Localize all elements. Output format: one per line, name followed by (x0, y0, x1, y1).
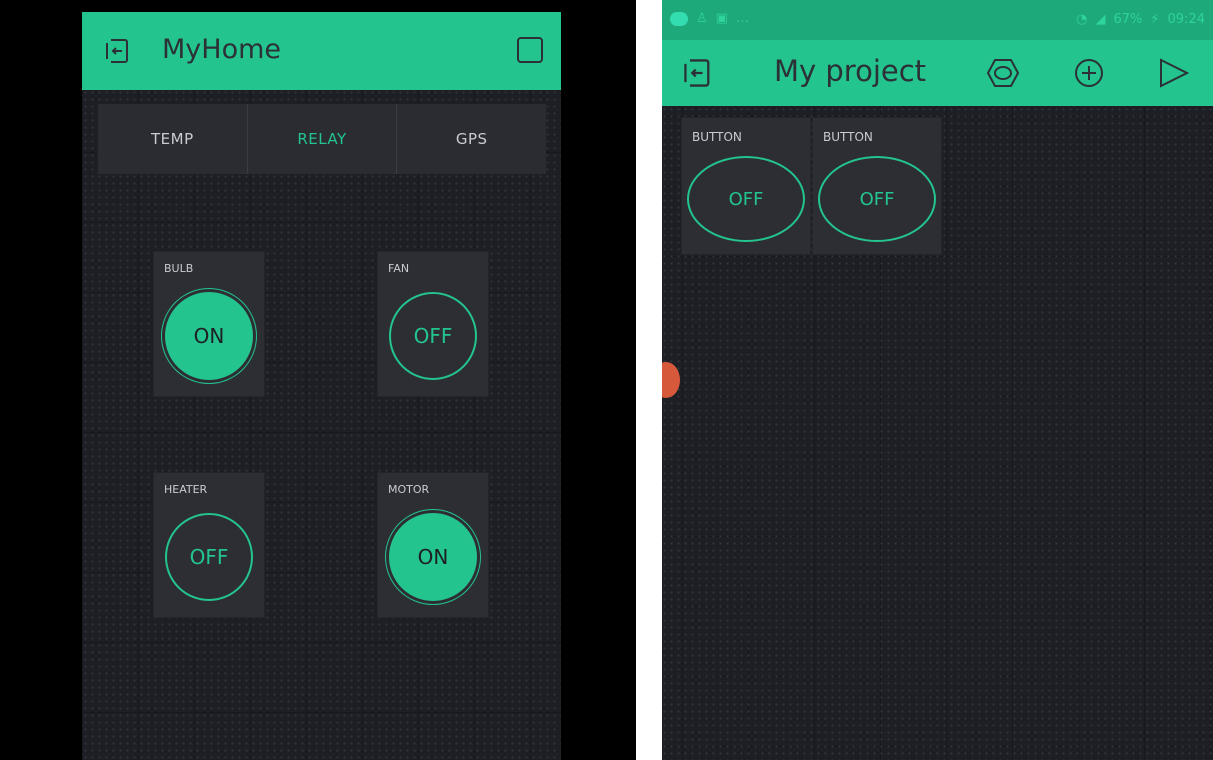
button-toggle-2[interactable]: OFF (818, 156, 936, 242)
myhome-app-bar: MyHome (82, 12, 561, 90)
floating-handle[interactable] (662, 362, 680, 398)
myproject-app-panel: ♙ ▣ … ◔ ◢ 67% ⚡ 09:24 My project BUTTON … (662, 0, 1213, 760)
widget-label: BULB (164, 262, 194, 275)
widget-label: FAN (388, 262, 410, 275)
button-toggle-1[interactable]: OFF (687, 156, 805, 242)
notification-icon (670, 11, 688, 26)
project-title: MyHome (162, 34, 282, 65)
exit-icon[interactable] (104, 37, 132, 65)
motor-toggle-button[interactable]: ON (389, 513, 477, 601)
widget-button-2: BUTTON OFF (813, 118, 941, 254)
exit-icon[interactable] (682, 57, 714, 89)
widget-label: HEATER (164, 483, 208, 496)
widget-heater: HEATER OFF (154, 473, 264, 617)
project-title: My project (774, 54, 927, 88)
myhome-app-panel: MyHome TEMP RELAY GPS BULB ON FAN OFF HE… (0, 0, 636, 760)
heater-toggle-button[interactable]: OFF (165, 513, 253, 601)
myhome-screen: MyHome TEMP RELAY GPS BULB ON FAN OFF HE… (82, 12, 561, 760)
hexagon-settings-icon[interactable] (986, 57, 1020, 89)
clock: 09:24 (1167, 12, 1205, 27)
widget-label: MOTOR (388, 483, 430, 496)
widget-label: BUTTON (823, 130, 873, 144)
widget-fan: FAN OFF (378, 252, 488, 396)
myproject-app-bar: My project (662, 40, 1213, 106)
tab-gps[interactable]: GPS (396, 104, 546, 174)
play-icon[interactable] (1156, 57, 1190, 89)
fan-toggle-button[interactable]: OFF (389, 292, 477, 380)
tab-relay[interactable]: RELAY (246, 104, 397, 174)
plus-circle-icon[interactable] (1072, 57, 1106, 89)
wifi-icon: ◔ (1076, 12, 1088, 27)
widget-label: BUTTON (692, 130, 742, 144)
signal-icon: ◢ (1095, 12, 1106, 27)
image-icon: ▣ (715, 11, 728, 26)
status-bar: ♙ ▣ … ◔ ◢ 67% ⚡ 09:24 (662, 0, 1213, 40)
square-icon[interactable] (517, 37, 543, 63)
widget-button-1: BUTTON OFF (682, 118, 810, 254)
tab-temp[interactable]: TEMP (98, 104, 247, 174)
charging-icon: ⚡ (1150, 12, 1160, 27)
widget-motor: MOTOR ON (378, 473, 488, 617)
bulb-toggle-button[interactable]: ON (165, 292, 253, 380)
tab-bar: TEMP RELAY GPS (98, 104, 546, 174)
notification-icon: ♙ (696, 11, 708, 26)
more-icon: … (735, 11, 749, 26)
widget-bulb: BULB ON (154, 252, 264, 396)
battery-level: 67% (1113, 12, 1143, 27)
